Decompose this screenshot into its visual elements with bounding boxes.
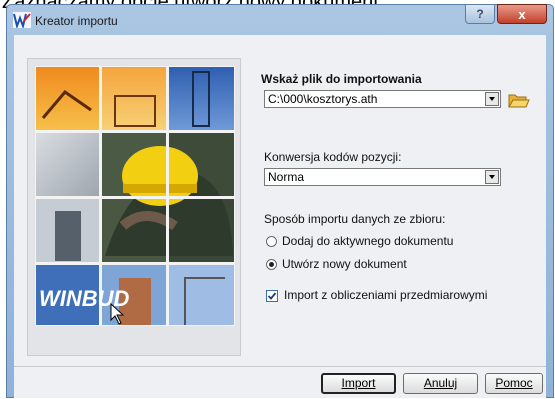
folder-open-icon[interactable]	[508, 91, 530, 109]
conversion-label: Konwersja kodów pozycji:	[264, 150, 402, 164]
button-bar: Import Anuluj Pomoc	[14, 366, 546, 398]
conversion-combo[interactable]: Norma	[264, 168, 501, 186]
cancel-button-label: Anuluj	[423, 376, 458, 390]
help-button-label: Pomoc	[495, 376, 533, 390]
import-button[interactable]: Import	[321, 373, 396, 394]
chevron-down-icon[interactable]	[485, 92, 499, 106]
file-section-label: Wskaż plik do importowania	[261, 72, 422, 86]
create-new-label[interactable]: Utwórz nowy dokument	[282, 257, 407, 271]
cancel-button[interactable]: Anuluj	[403, 373, 478, 394]
add-to-active-label[interactable]: Dodaj do aktywnego dokumentu	[282, 234, 453, 248]
window-title: Kreator importu	[35, 14, 118, 28]
import-calculations-label[interactable]: Import z obliczeniami przedmiarowymi	[284, 288, 487, 302]
winbud-app-icon	[13, 12, 31, 28]
import-mode-label: Sposób importu danych ze zbioru:	[264, 212, 446, 226]
close-button[interactable]: x	[497, 4, 547, 24]
title-bar[interactable]: Kreator importu ? x	[7, 4, 553, 35]
create-new-radio[interactable]	[266, 259, 277, 270]
help-button[interactable]: Pomoc	[485, 373, 543, 394]
add-to-active-radio[interactable]	[266, 236, 277, 247]
chevron-down-icon[interactable]	[485, 170, 499, 184]
dialog-body: WINBUD Wskaż plik do importowania C:\000…	[14, 35, 546, 366]
conversion-value: Norma	[268, 170, 305, 184]
import-button-label: Import	[341, 376, 376, 390]
file-path-value: C:\000\kosztorys.ath	[268, 92, 378, 106]
winbud-logo: WINBUD	[39, 286, 130, 311]
import-calculations-checkbox[interactable]	[266, 290, 278, 302]
file-path-combo[interactable]: C:\000\kosztorys.ath	[264, 90, 501, 108]
help-title-button[interactable]: ?	[465, 4, 495, 24]
checkmark-icon	[267, 292, 277, 300]
construction-collage-image: WINBUD	[35, 66, 235, 326]
import-wizard-dialog: Kreator importu ? x WINBUD Wskaż plik do…	[6, 4, 554, 398]
wizard-picture-frame: WINBUD	[27, 58, 241, 356]
